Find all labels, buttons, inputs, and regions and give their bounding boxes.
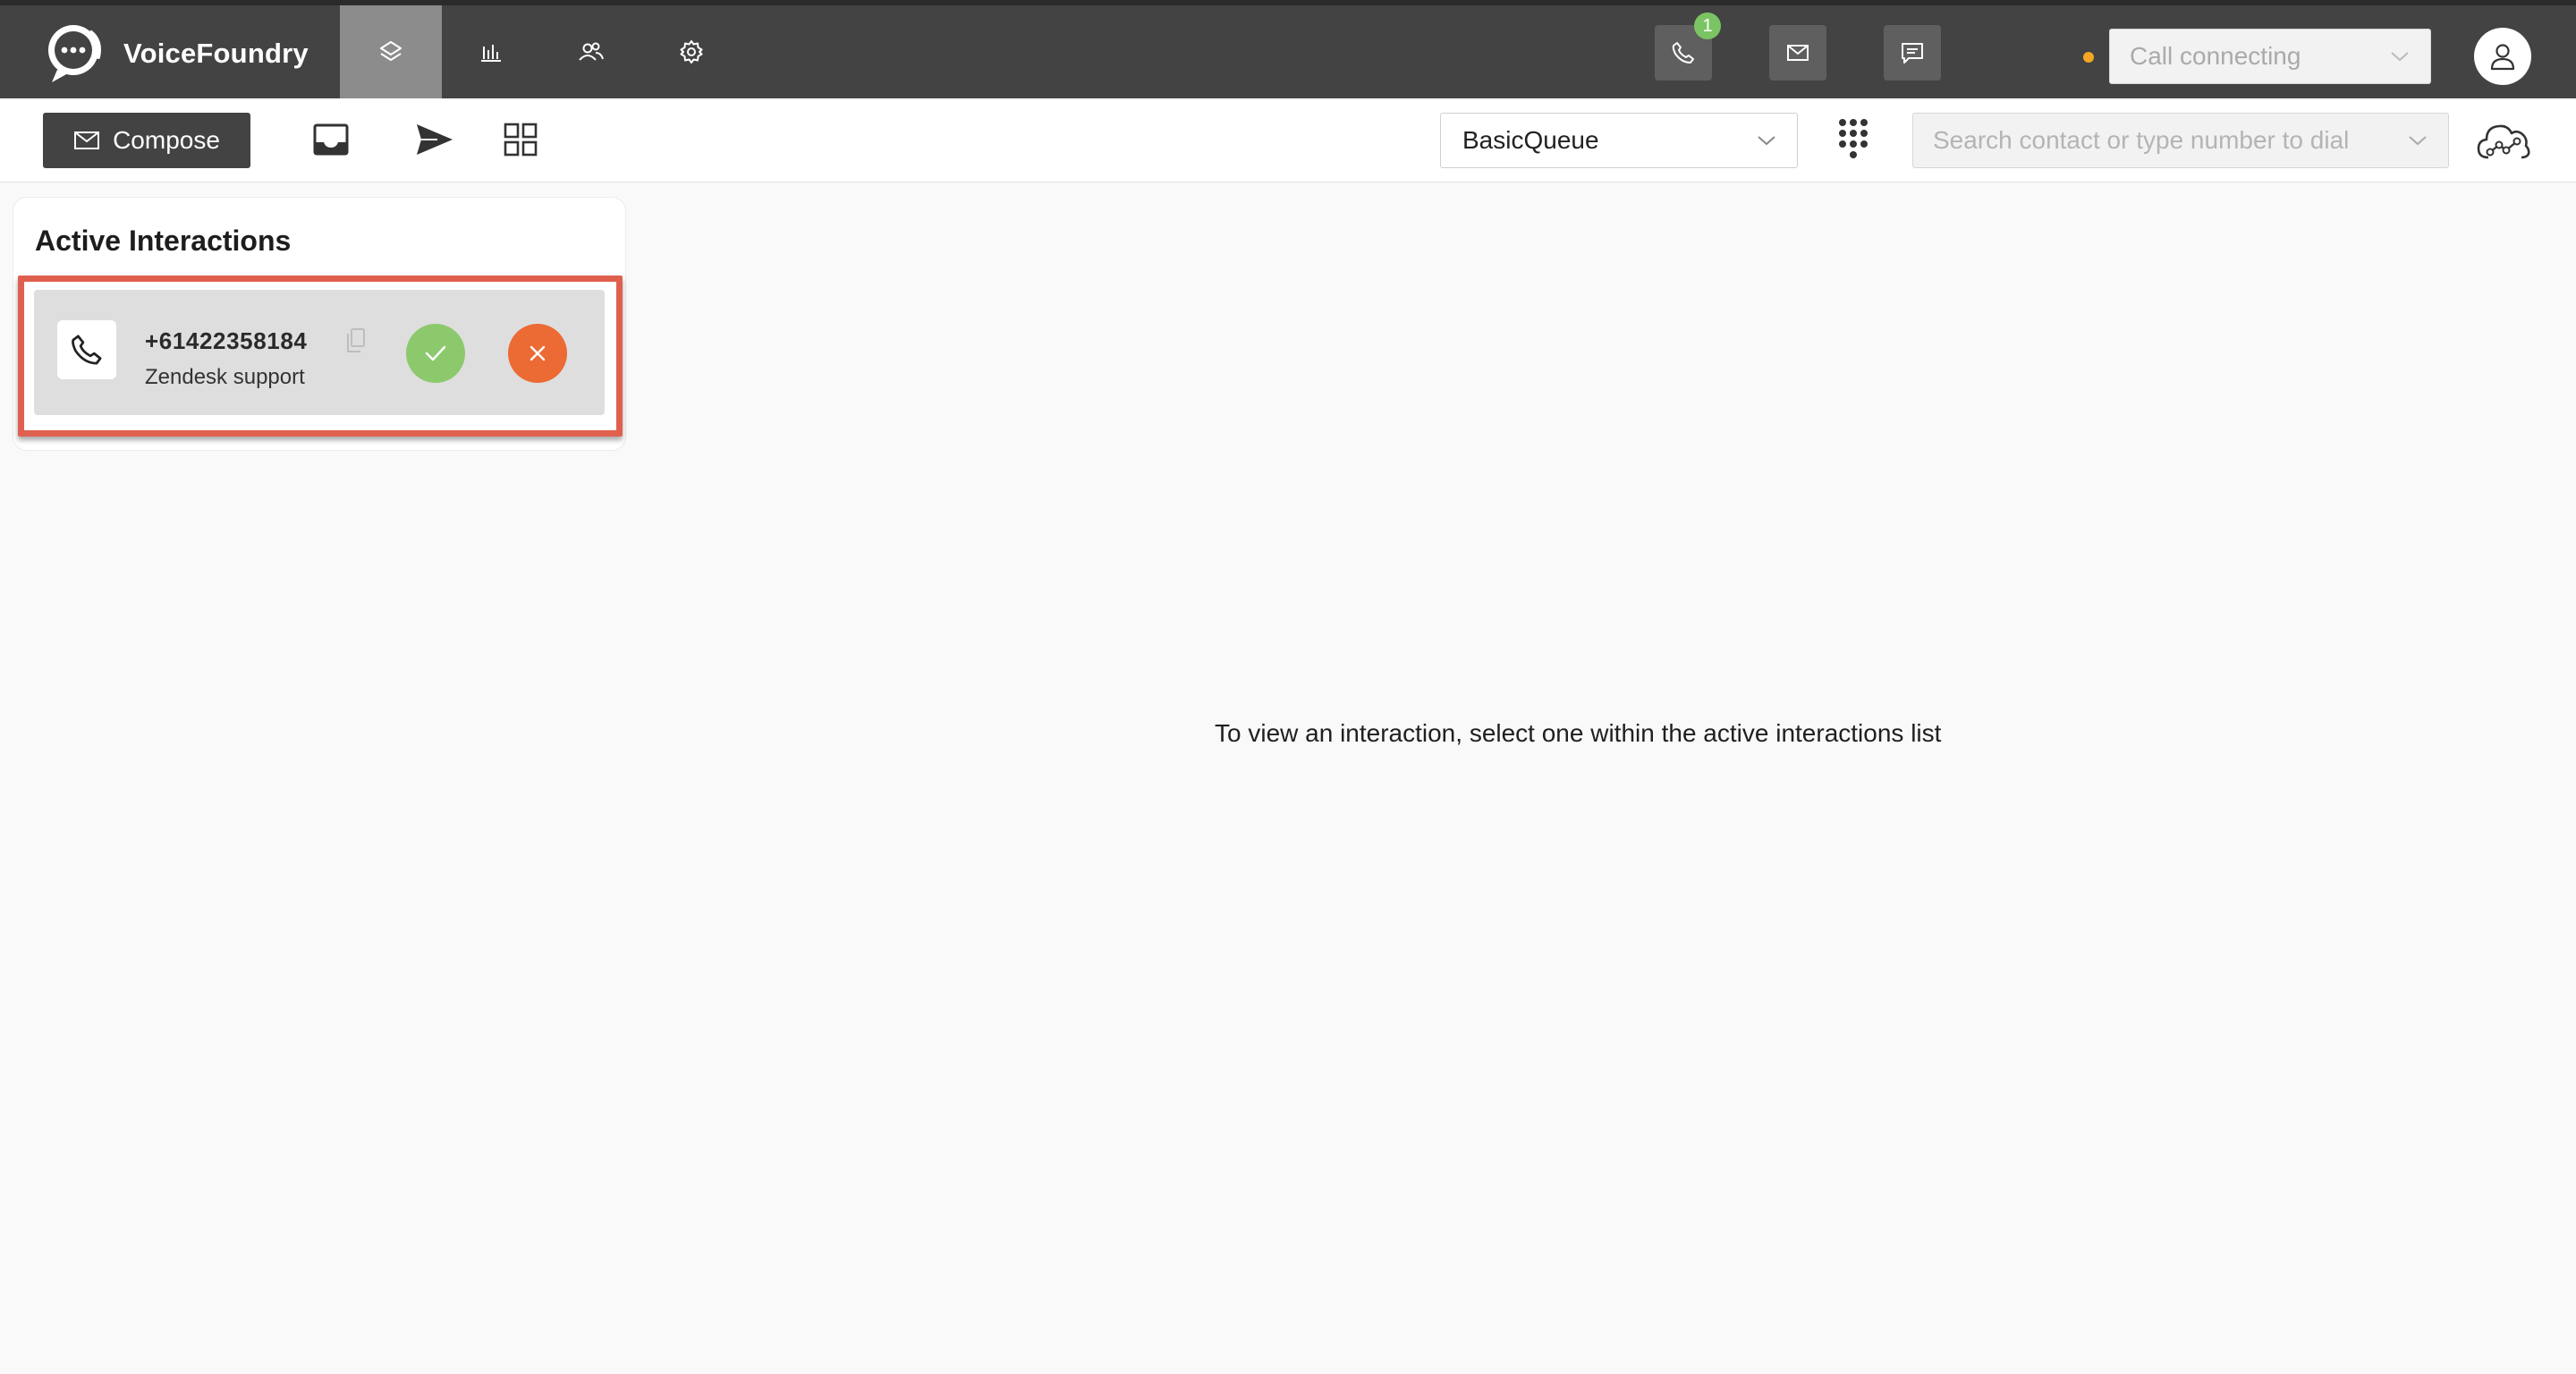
user-icon	[2490, 44, 2515, 71]
queue-select-value: BasicQueue	[1462, 126, 1599, 154]
phone-icon	[72, 335, 102, 365]
phone-icon	[1672, 42, 1694, 64]
user-profile-button[interactable]	[2474, 28, 2531, 85]
toolbar: Compose BasicQueue Search contact or typ…	[0, 98, 2576, 182]
interaction-channel-tile	[57, 320, 116, 379]
agent-status-select[interactable]: Call connecting	[2109, 29, 2431, 84]
agent-status-value: Call connecting	[2130, 42, 2301, 70]
sent-button[interactable]	[413, 118, 456, 161]
compose-button[interactable]: Compose	[43, 113, 250, 168]
reject-call-button[interactable]	[508, 324, 567, 383]
compose-label: Compose	[113, 126, 220, 154]
layers-icon	[379, 40, 402, 62]
gear-icon	[680, 40, 703, 64]
email-channel-button[interactable]	[1769, 25, 1826, 81]
dial-search-placeholder: Search contact or type number to dial	[1933, 126, 2350, 154]
inbox-icon	[313, 123, 349, 156]
interaction-phone-number: +61422358184	[145, 327, 308, 354]
grid-icon	[504, 123, 538, 157]
nav-tab-interactions[interactable]	[340, 5, 442, 98]
close-icon	[530, 345, 546, 361]
bar-chart-icon	[481, 45, 501, 62]
phone-channel-button[interactable]: 1	[1655, 13, 1721, 81]
top-navigation-bar: VoiceFoundry 1 Call connecting	[0, 0, 2576, 98]
chat-channel-button[interactable]	[1884, 25, 1941, 81]
inbox-button[interactable]	[309, 118, 352, 161]
send-icon	[417, 124, 453, 155]
chevron-down-icon	[2409, 136, 2427, 146]
copy-icon[interactable]	[345, 327, 367, 354]
panel-title: Active Interactions	[35, 225, 292, 257]
accept-call-button[interactable]	[406, 324, 465, 383]
dial-search-input[interactable]: Search contact or type number to dial	[1912, 113, 2449, 168]
users-icon	[579, 42, 604, 61]
status-indicator-dot	[2083, 52, 2094, 63]
nav-tab-contacts[interactable]	[540, 5, 642, 98]
brand[interactable]: VoiceFoundry	[39, 18, 309, 89]
app-name: VoiceFoundry	[123, 38, 309, 69]
chevron-down-icon	[2391, 52, 2409, 62]
cloud-connection-icon[interactable]	[2476, 118, 2531, 168]
envelope-icon	[74, 131, 100, 149]
nav-tab-settings[interactable]	[640, 5, 742, 98]
voicefoundry-logo-icon	[48, 25, 101, 82]
interaction-queue-name: Zendesk support	[145, 365, 305, 389]
chevron-down-icon	[1758, 136, 1775, 146]
chat-icon	[1902, 43, 1923, 64]
apps-grid-button[interactable]	[499, 118, 542, 161]
phone-notification-badge: 1	[1694, 13, 1721, 39]
queue-select[interactable]: BasicQueue	[1440, 113, 1798, 168]
checkmark-icon	[425, 345, 446, 361]
interaction-card[interactable]: +61422358184 Zendesk support	[34, 290, 605, 415]
dialpad-icon[interactable]	[1835, 116, 1871, 163]
empty-state-message: To view an interaction, select one withi…	[1215, 719, 1942, 747]
nav-tab-analytics[interactable]	[440, 5, 542, 98]
envelope-icon	[1787, 45, 1809, 61]
